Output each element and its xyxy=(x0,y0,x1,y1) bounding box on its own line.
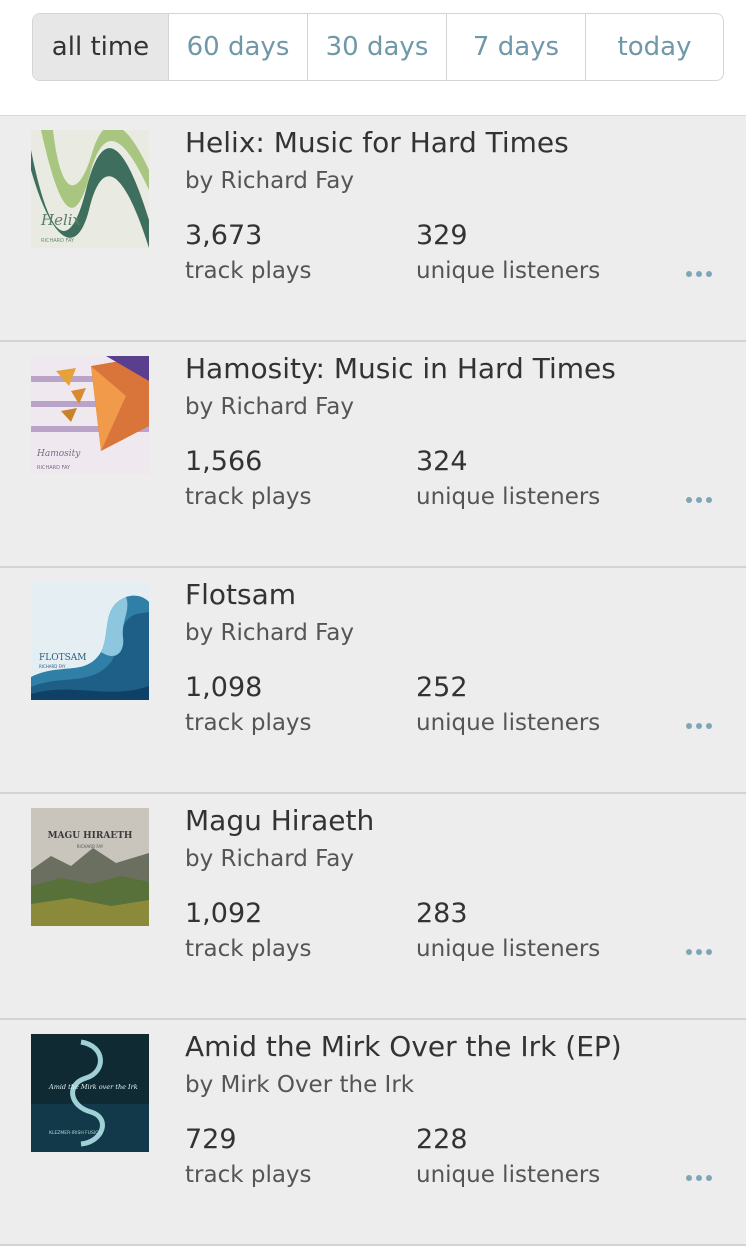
album-cover[interactable]: FLOTSAM RICHARD FAY xyxy=(31,582,149,700)
cover-artist-text: RICHARD FAY xyxy=(37,465,71,471)
album-cover[interactable]: Hamosity RICHARD FAY xyxy=(31,356,149,474)
album-title[interactable]: Magu Hiraeth xyxy=(185,804,374,837)
unique-listeners-label: unique listeners xyxy=(416,484,601,510)
cover-title-text: Amid the Mirk over the Irk xyxy=(48,1083,138,1091)
time-range-tabs: all time 60 days 30 days 7 days today xyxy=(32,13,724,81)
track-plays-label: track plays xyxy=(185,710,312,736)
album-cover-art: Helix RICHARD FAY xyxy=(31,130,149,248)
tab-today[interactable]: today xyxy=(586,14,723,80)
cover-artist-text: RICHARD FAY xyxy=(41,238,75,244)
unique-listeners-count: 324 xyxy=(416,446,468,477)
unique-listeners-label: unique listeners xyxy=(416,1162,601,1188)
track-plays-count: 1,098 xyxy=(185,672,263,703)
track-plays-count: 3,673 xyxy=(185,220,263,251)
album-title[interactable]: Flotsam xyxy=(185,578,296,611)
track-plays-count: 1,566 xyxy=(185,446,263,477)
tab-30-days[interactable]: 30 days xyxy=(308,14,447,80)
cover-artist-text: KLEZMER-IRISH FUSION xyxy=(49,1130,102,1136)
album-stats-list: Helix RICHARD FAY Helix: Music for Hard … xyxy=(0,116,746,1246)
unique-listeners-label: unique listeners xyxy=(416,710,601,736)
list-item[interactable]: Amid the Mirk over the Irk KLEZMER-IRISH… xyxy=(0,1020,746,1246)
album-cover-art: Amid the Mirk over the Irk KLEZMER-IRISH… xyxy=(31,1034,149,1152)
unique-listeners-count: 283 xyxy=(416,898,468,929)
album-cover[interactable]: MAGU HIRAETH RICHARD FAY xyxy=(31,808,149,926)
track-plays-count: 729 xyxy=(185,1124,237,1155)
time-range-bar: all time 60 days 30 days 7 days today xyxy=(0,0,746,116)
album-cover-art: FLOTSAM RICHARD FAY xyxy=(31,582,149,700)
unique-listeners-label: unique listeners xyxy=(416,936,601,962)
album-title[interactable]: Helix: Music for Hard Times xyxy=(185,126,569,159)
more-options-icon[interactable] xyxy=(686,494,716,506)
album-title[interactable]: Hamosity: Music in Hard Times xyxy=(185,352,616,385)
more-options-icon[interactable] xyxy=(686,268,716,280)
unique-listeners-count: 228 xyxy=(416,1124,468,1155)
track-plays-label: track plays xyxy=(185,936,312,962)
cover-artist-text: RICHARD FAY xyxy=(39,664,66,669)
album-cover-art: Hamosity RICHARD FAY xyxy=(31,356,149,474)
album-cover[interactable]: Amid the Mirk over the Irk KLEZMER-IRISH… xyxy=(31,1034,149,1152)
album-cover-art: MAGU HIRAETH RICHARD FAY xyxy=(31,808,149,926)
unique-listeners-count: 252 xyxy=(416,672,468,703)
album-cover[interactable]: Helix RICHARD FAY xyxy=(31,130,149,248)
unique-listeners-count: 329 xyxy=(416,220,468,251)
album-title[interactable]: Amid the Mirk Over the Irk (EP) xyxy=(185,1030,622,1063)
track-plays-count: 1,092 xyxy=(185,898,263,929)
cover-artist-text: RICHARD FAY xyxy=(77,844,104,849)
album-artist[interactable]: by Richard Fay xyxy=(185,394,354,420)
more-options-icon[interactable] xyxy=(686,1172,716,1184)
tab-60-days[interactable]: 60 days xyxy=(169,14,308,80)
track-plays-label: track plays xyxy=(185,1162,312,1188)
list-item[interactable]: FLOTSAM RICHARD FAY Flotsam by Richard F… xyxy=(0,568,746,794)
cover-title-text: Helix xyxy=(40,211,82,229)
cover-title-text: Hamosity xyxy=(36,449,81,459)
cover-title-text: MAGU HIRAETH xyxy=(48,831,133,841)
list-item[interactable]: Hamosity RICHARD FAY Hamosity: Music in … xyxy=(0,342,746,568)
cover-title-text: FLOTSAM xyxy=(39,653,86,663)
album-artist[interactable]: by Richard Fay xyxy=(185,620,354,646)
list-item[interactable]: Helix RICHARD FAY Helix: Music for Hard … xyxy=(0,116,746,342)
track-plays-label: track plays xyxy=(185,258,312,284)
more-options-icon[interactable] xyxy=(686,946,716,958)
track-plays-label: track plays xyxy=(185,484,312,510)
tab-7-days[interactable]: 7 days xyxy=(447,14,586,80)
album-artist[interactable]: by Richard Fay xyxy=(185,846,354,872)
unique-listeners-label: unique listeners xyxy=(416,258,601,284)
tab-all-time[interactable]: all time xyxy=(33,14,169,80)
album-artist[interactable]: by Mirk Over the Irk xyxy=(185,1072,414,1098)
more-options-icon[interactable] xyxy=(686,720,716,732)
album-artist[interactable]: by Richard Fay xyxy=(185,168,354,194)
list-item[interactable]: MAGU HIRAETH RICHARD FAY Magu Hiraeth by… xyxy=(0,794,746,1020)
